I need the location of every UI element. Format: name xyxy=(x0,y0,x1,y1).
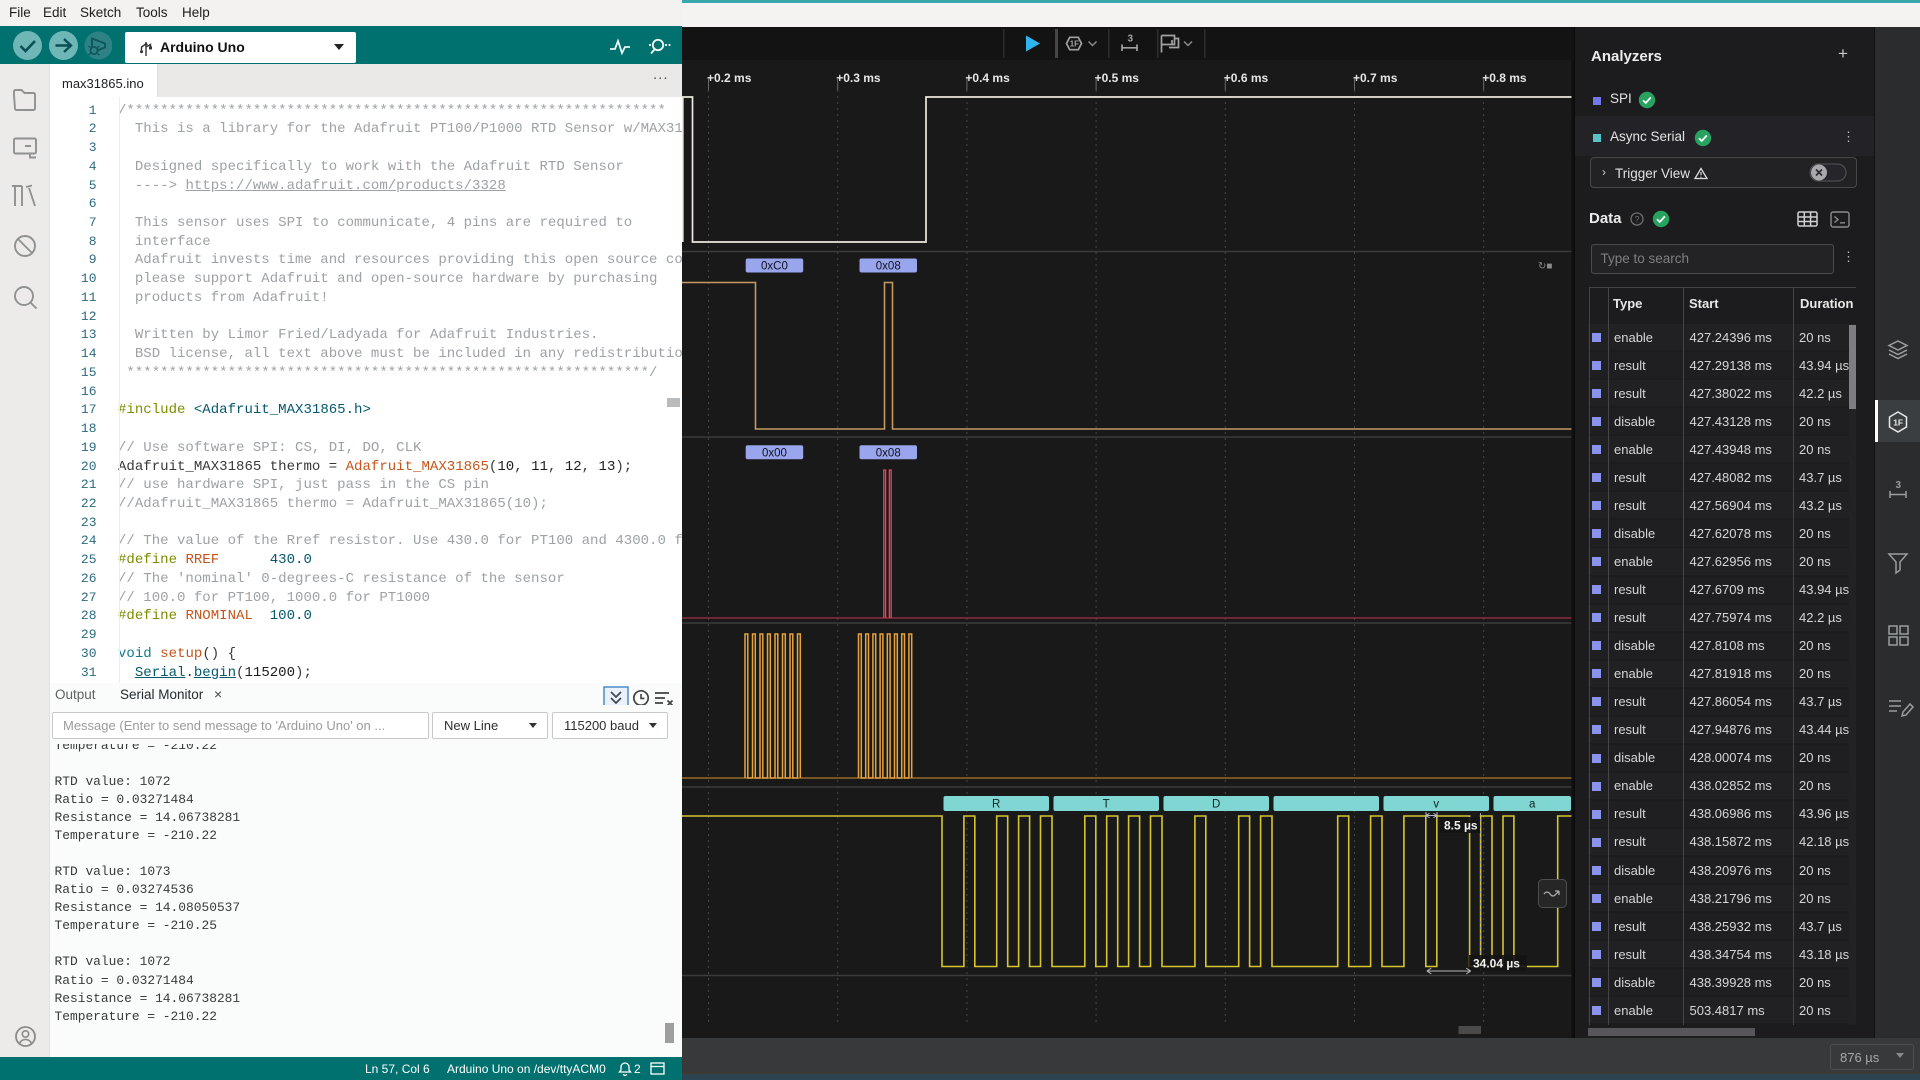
svg-text:?: ? xyxy=(1634,214,1639,224)
svg-text:34.04 µs: 34.04 µs xyxy=(1473,957,1520,971)
svg-text:3: 3 xyxy=(1896,480,1902,491)
svg-text:0x08: 0x08 xyxy=(876,261,901,273)
svg-text:+0.5 ms: +0.5 ms xyxy=(1095,71,1140,85)
svg-text:a: a xyxy=(1529,799,1536,811)
svg-text:R: R xyxy=(992,799,1000,811)
svg-text:v: v xyxy=(1433,799,1439,811)
svg-text:+0.4 ms: +0.4 ms xyxy=(965,71,1010,85)
svg-text:+0.6 ms: +0.6 ms xyxy=(1224,71,1269,85)
svg-text:0xC0: 0xC0 xyxy=(761,261,788,273)
svg-text:0x08: 0x08 xyxy=(876,447,901,459)
svg-text:1F: 1F xyxy=(1070,39,1079,48)
svg-text:+0.3 ms: +0.3 ms xyxy=(836,71,881,85)
svg-text:+0.2 ms: +0.2 ms xyxy=(707,71,752,85)
svg-text:8.5 µs: 8.5 µs xyxy=(1444,819,1478,833)
svg-text:0x00: 0x00 xyxy=(762,447,787,459)
svg-text:+0.7 ms: +0.7 ms xyxy=(1353,71,1398,85)
svg-text:1F: 1F xyxy=(1893,418,1903,428)
svg-text:3: 3 xyxy=(1128,34,1134,45)
svg-text:↻■: ↻■ xyxy=(1538,261,1552,272)
svg-text:D: D xyxy=(1212,799,1220,811)
svg-text:+0.8 ms: +0.8 ms xyxy=(1482,71,1527,85)
svg-text:T: T xyxy=(1103,799,1110,811)
